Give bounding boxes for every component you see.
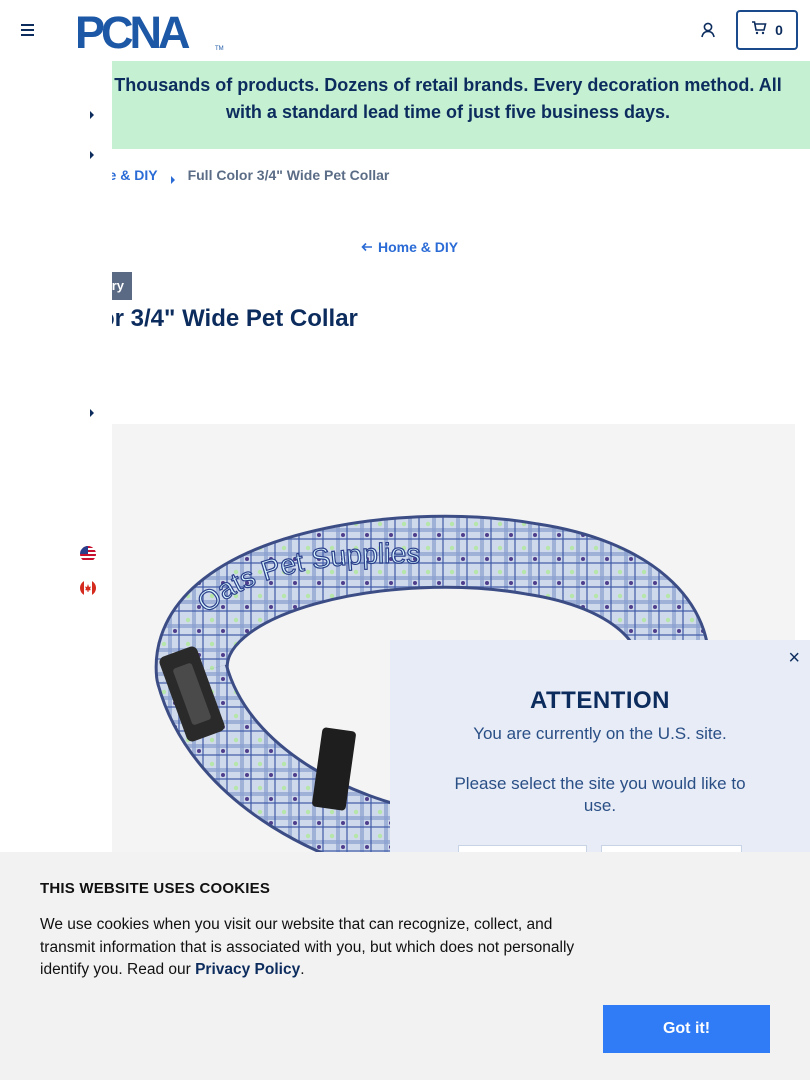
cookie-title: THIS WEBSITE USES COOKIES — [40, 880, 271, 897]
cart-button[interactable]: 0 — [736, 10, 798, 50]
accept-cookies-button[interactable]: Got it! — [603, 1005, 770, 1053]
us-flag-icon[interactable] — [80, 546, 96, 562]
cookie-body-end: . — [300, 961, 305, 978]
svg-text:PCNA: PCNA — [75, 10, 190, 52]
breadcrumb-current: Full Color 3/4" Wide Pet Collar — [187, 167, 390, 183]
arrow-left-icon — [361, 239, 373, 255]
modal-title: ATTENTION — [529, 687, 671, 714]
close-icon[interactable]: × — [788, 648, 800, 668]
caret-right-icon[interactable] — [88, 406, 96, 418]
cookie-body: We use cookies when you visit our websit… — [40, 914, 600, 982]
canada-flag-icon[interactable] — [80, 580, 96, 596]
caret-right-icon — [170, 171, 176, 184]
cookie-body-text: We use cookies when you visit our websit… — [40, 916, 575, 978]
promo-text: Thousands of products. Dozens of retail … — [114, 75, 782, 122]
cookie-banner: THIS WEBSITE USES COOKIES We use cookies… — [0, 852, 810, 1080]
back-to-category-link[interactable]: Home & DIY — [361, 239, 458, 255]
back-link-label: Home & DIY — [378, 239, 459, 255]
caret-right-icon[interactable] — [88, 148, 96, 160]
site-select-modal: × ATTENTION You are currently on the U.S… — [390, 640, 810, 865]
svg-text:TM: TM — [215, 46, 224, 52]
privacy-policy-link[interactable]: Privacy Policy — [195, 961, 300, 978]
breadcrumb: ne & DIY Full Color 3/4" Wide Pet Collar — [100, 167, 390, 184]
pcna-logo[interactable]: PCNA TM — [75, 7, 225, 58]
cart-count: 0 — [775, 22, 783, 38]
cart-icon — [751, 20, 767, 40]
promo-banner: Thousands of products. Dozens of retail … — [0, 61, 810, 149]
side-drawer — [0, 61, 112, 852]
modal-select-site-text: Please select the site you would like to… — [454, 774, 746, 815]
menu-icon[interactable] — [20, 22, 36, 38]
account-icon[interactable] — [699, 21, 717, 39]
modal-current-site-text: You are currently on the U.S. site. — [473, 724, 727, 743]
caret-right-icon[interactable] — [88, 108, 96, 120]
product-title-text: or 3/4" Wide Pet Collar — [100, 305, 358, 332]
site-header: PCNA TM 0 — [0, 0, 810, 61]
